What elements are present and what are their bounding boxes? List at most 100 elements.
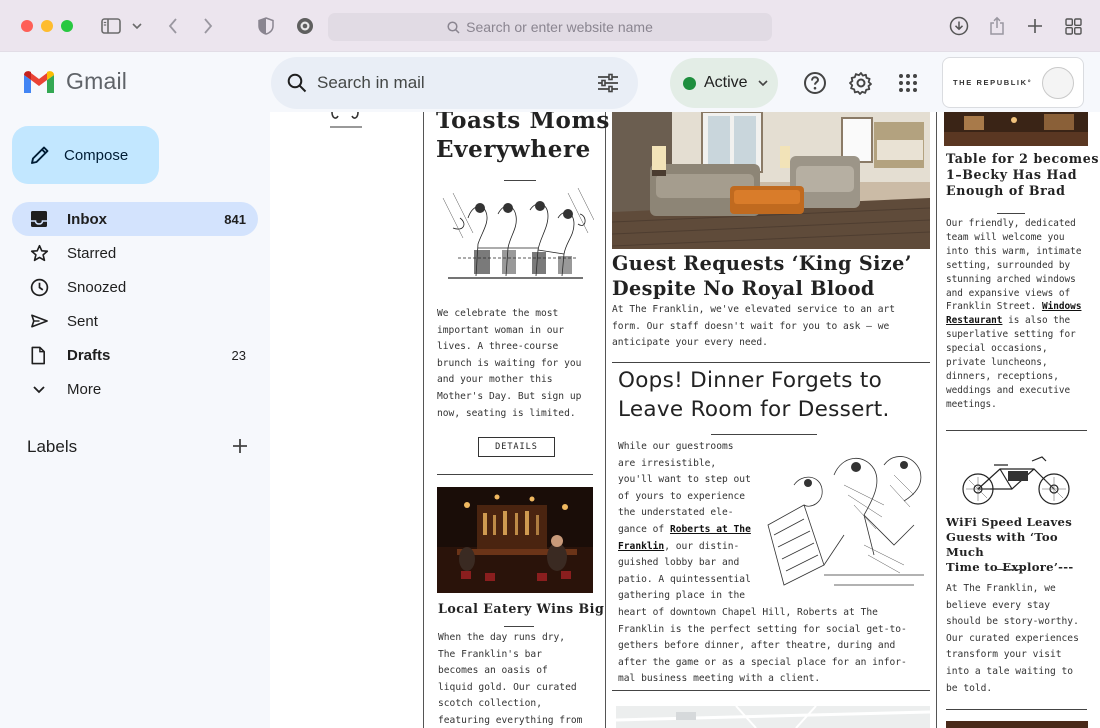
sidebar-item-sent[interactable]: Sent bbox=[12, 304, 258, 338]
roberts-link[interactable]: Franklin bbox=[618, 541, 664, 552]
headline-line: Table for 2 becomes bbox=[946, 151, 1100, 166]
body-line: setting, surrounded by bbox=[946, 259, 1071, 271]
divider bbox=[504, 626, 534, 627]
gmail-logo[interactable]: Gmail bbox=[22, 68, 127, 95]
body-line: superlative setting for bbox=[946, 329, 1076, 341]
sidebar-toggle-icon[interactable] bbox=[99, 14, 123, 38]
help-icon[interactable] bbox=[803, 71, 827, 95]
gmail-logo-text: Gmail bbox=[66, 68, 128, 94]
compose-button[interactable]: Compose bbox=[12, 126, 159, 184]
body-line: scotch collection, bbox=[438, 698, 542, 710]
extension-icon[interactable] bbox=[294, 14, 316, 38]
body-line: Our curated experiences bbox=[946, 632, 1079, 644]
status-label: Active bbox=[704, 74, 748, 91]
body-line: into this warm, intimate bbox=[946, 245, 1082, 257]
divider bbox=[612, 362, 930, 363]
close-window-button[interactable] bbox=[21, 20, 33, 32]
filter-options-icon[interactable] bbox=[597, 73, 619, 93]
divider bbox=[997, 213, 1025, 214]
body-line: lives. A three-course bbox=[437, 341, 559, 353]
body-line: stunning arched windows bbox=[946, 273, 1076, 285]
windows-restaurant-link[interactable]: Windows bbox=[1042, 301, 1082, 312]
body-line: and your mother this bbox=[437, 374, 553, 386]
body-line: We celebrate the most bbox=[437, 308, 559, 319]
body-line: transform your visit bbox=[946, 649, 1062, 661]
body-line: anticipate your every need. bbox=[612, 337, 768, 349]
star-icon bbox=[30, 244, 49, 261]
tab-overview-icon[interactable] bbox=[1061, 14, 1085, 38]
download-icon[interactable] bbox=[947, 14, 971, 38]
roberts-link[interactable]: Roberts at The bbox=[670, 524, 751, 535]
account-brand-logo[interactable]: THE REPUBLIK° bbox=[942, 57, 1084, 108]
sidebar-item-inbox[interactable]: Inbox 841 bbox=[12, 202, 258, 236]
ornament-icon bbox=[330, 112, 362, 128]
brand-seal-icon bbox=[1042, 67, 1074, 99]
body-line: meetings. bbox=[946, 398, 997, 410]
divider bbox=[437, 474, 593, 475]
body-line: Our friendly, dedicated bbox=[946, 218, 1076, 229]
mail-search-bar[interactable]: Search in mail bbox=[271, 57, 638, 109]
search-input[interactable]: Search in mail bbox=[317, 73, 425, 93]
article-headline: WiFi Speed Leaves Guests with ‘Too Much … bbox=[946, 515, 1100, 575]
add-label-icon[interactable] bbox=[230, 436, 250, 456]
status-selector[interactable]: Active bbox=[670, 58, 778, 108]
unread-count: 841 bbox=[224, 211, 246, 227]
body-line: When the day runs dry, bbox=[438, 632, 566, 643]
sidebar-item-label: Inbox bbox=[67, 210, 107, 228]
chevron-down-icon bbox=[33, 385, 45, 393]
gmail-m-icon bbox=[24, 70, 54, 93]
details-button[interactable]: DETAILS bbox=[478, 437, 555, 457]
body-line: The Franklin's bar bbox=[438, 648, 542, 660]
body-text-span: Franklin Street. bbox=[946, 301, 1042, 313]
labels-heading: Labels bbox=[27, 437, 78, 456]
zoom-window-button[interactable] bbox=[61, 20, 73, 32]
sidebar-item-starred[interactable]: Starred bbox=[12, 236, 258, 270]
back-arrow-icon[interactable] bbox=[164, 14, 182, 38]
shield-icon[interactable] bbox=[256, 14, 276, 38]
body-text-span: , our distin- bbox=[664, 540, 740, 552]
forward-arrow-icon[interactable] bbox=[199, 14, 217, 38]
article-headline: Table for 2 becomes 1–Becky Has Had Enou… bbox=[946, 151, 1099, 199]
brand-name: THE REPUBLIK° bbox=[953, 78, 1033, 87]
new-tab-icon[interactable] bbox=[1023, 14, 1047, 38]
article-body: We celebrate the most important woman in… bbox=[437, 306, 581, 422]
sidebar-item-snoozed[interactable]: Snoozed bbox=[12, 270, 258, 304]
sidebar-item-drafts[interactable]: Drafts 23 bbox=[12, 338, 258, 372]
body-line: heart of downtown Chapel Hill, Roberts a… bbox=[618, 606, 878, 618]
minimize-window-button[interactable] bbox=[41, 20, 53, 32]
body-line: weddings and executive bbox=[946, 384, 1071, 396]
share-icon[interactable] bbox=[985, 14, 1009, 38]
chevron-down-icon bbox=[758, 80, 768, 86]
body-line: important woman in our bbox=[437, 324, 565, 336]
settings-gear-icon[interactable] bbox=[849, 71, 873, 95]
headline-line: Toasts Moms bbox=[436, 112, 610, 134]
article-body: Our friendly, dedicated team will welcom… bbox=[946, 217, 1081, 412]
body-line: be told. bbox=[946, 682, 993, 694]
sidebar-item-label: More bbox=[67, 380, 102, 398]
body-line: becomes an oasis of bbox=[438, 665, 548, 677]
body-line: believe every stay bbox=[946, 599, 1050, 611]
sidebar-item-label: Drafts bbox=[67, 346, 111, 364]
body-line: mal business meeting with a client. bbox=[618, 673, 821, 685]
body-line: and expansive views of bbox=[946, 287, 1071, 299]
divider bbox=[711, 434, 817, 435]
article-headline: Local Eatery Wins Big bbox=[438, 601, 605, 616]
apps-grid-icon[interactable] bbox=[896, 71, 920, 95]
body-line: liquid gold. Our curated bbox=[438, 681, 577, 693]
sidebar-item-more[interactable]: More bbox=[12, 372, 258, 406]
headline-line: WiFi Speed Leaves bbox=[946, 515, 1073, 529]
chevron-down-icon[interactable] bbox=[130, 14, 144, 38]
illustration-motorcycle bbox=[954, 447, 1078, 509]
column-divider bbox=[423, 112, 424, 728]
body-line: form. Our staff doesn't wait for you to … bbox=[612, 320, 890, 332]
photo-preview bbox=[946, 718, 1088, 728]
url-bar[interactable]: Search or enter website name bbox=[328, 13, 772, 41]
search-icon[interactable] bbox=[287, 73, 307, 93]
body-line: gethers before dinner, after theatre, du… bbox=[618, 640, 896, 652]
windows-restaurant-link[interactable]: Restaurant bbox=[946, 315, 1002, 326]
sidebar-item-label: Starred bbox=[67, 244, 117, 262]
headline-line: Guests with ‘Too Much bbox=[946, 530, 1058, 559]
article-body: At The Franklin, we've elevated service … bbox=[612, 302, 895, 352]
pencil-icon bbox=[31, 146, 49, 164]
headline-line: Everywhere bbox=[436, 136, 591, 163]
